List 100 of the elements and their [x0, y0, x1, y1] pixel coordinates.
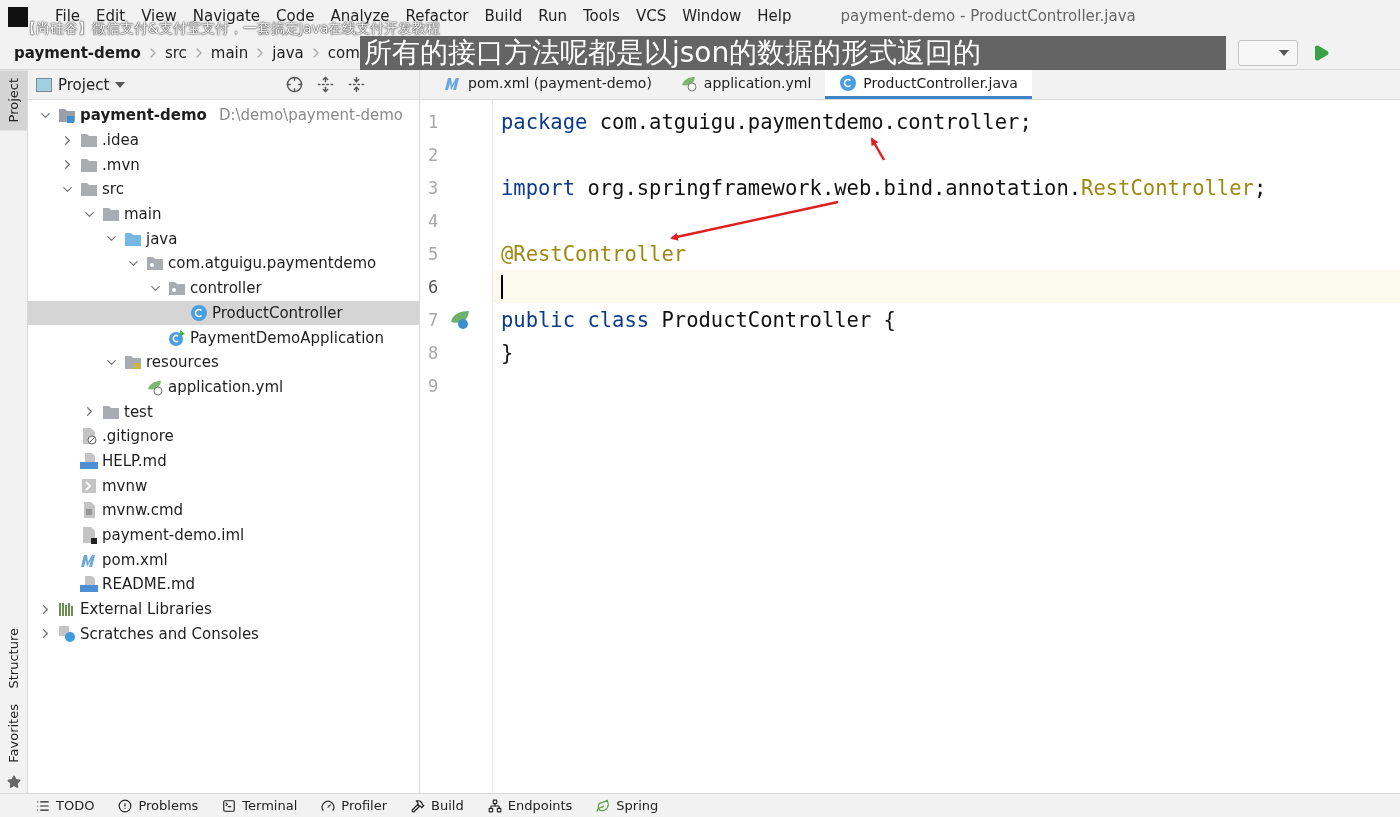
tree-label: .gitignore: [102, 427, 174, 446]
tool-window-button[interactable]: Problems: [118, 798, 199, 813]
tree-label: resources: [146, 353, 219, 372]
tool-window-button[interactable]: Terminal: [222, 798, 298, 813]
menu-item[interactable]: Build: [477, 7, 530, 25]
code-line: @RestController: [501, 241, 687, 266]
tree-item[interactable]: payment-demo D:\demo\payment-demo: [28, 103, 419, 128]
tree-label: src: [102, 180, 124, 199]
tree-item[interactable]: .gitignore: [28, 423, 419, 449]
tree-label: mvnw.cmd: [102, 501, 184, 520]
tree-item[interactable]: PaymentDemoApplication: [28, 325, 419, 350]
script-icon: [80, 476, 98, 495]
tool-window-button[interactable]: TODO: [36, 798, 95, 813]
tree-item[interactable]: HELP.md: [28, 448, 419, 474]
tree-item[interactable]: .idea: [28, 127, 419, 153]
tree-item[interactable]: pom.xml: [28, 547, 419, 573]
side-tab[interactable]: Favorites: [0, 696, 27, 771]
app-logo: [8, 7, 28, 27]
menu-item[interactable]: Help: [750, 7, 799, 25]
line-number: 9: [428, 375, 439, 396]
tool-window-button[interactable]: Profiler: [321, 798, 388, 813]
menu-item[interactable]: Window: [675, 7, 749, 25]
line-number: 3: [428, 177, 439, 198]
tree-label: PaymentDemoApplication: [190, 328, 385, 347]
tree-label: main: [124, 205, 162, 224]
markdown-file-icon: [80, 451, 98, 470]
menu-item[interactable]: VCS: [628, 7, 674, 25]
path-hint: D:\demo\payment-demo: [218, 106, 403, 125]
tree-label: payment-demo: [80, 106, 207, 125]
tree-label: .idea: [102, 131, 139, 150]
line-number: 5: [428, 243, 439, 264]
tree-label: External Libraries: [80, 600, 212, 619]
tree-label: payment-demo.iml: [102, 526, 245, 545]
code-line: import org.springframework.web.bind.annotation.RestController;: [501, 175, 1267, 200]
editor-tab[interactable]: application.yml: [665, 70, 826, 99]
module-file-icon: [80, 526, 98, 545]
alert-icon: [118, 798, 133, 813]
code-line: }: [501, 340, 514, 365]
tool-window-button[interactable]: Build: [411, 798, 464, 813]
breadcrumb[interactable]: payment-demo: [14, 43, 141, 62]
package-icon: [168, 279, 186, 298]
tool-window-button[interactable]: Endpoints: [487, 798, 573, 813]
tree-item[interactable]: mvnw.cmd: [28, 498, 419, 523]
libraries-icon: [58, 600, 76, 619]
line-number: 4: [428, 210, 439, 231]
terminal-icon: [222, 798, 237, 813]
tree-item[interactable]: ProductController: [28, 300, 419, 326]
tree-item[interactable]: test: [28, 399, 419, 424]
editor-tab[interactable]: pom.xml (payment-demo): [430, 70, 666, 99]
tree-label: test: [124, 402, 153, 421]
side-tab[interactable]: Structure: [0, 619, 27, 697]
tree-item[interactable]: java: [28, 226, 419, 252]
panel-title[interactable]: Project: [58, 75, 110, 94]
tree-label: mvnw: [102, 476, 148, 495]
tree-label: application.yml: [168, 377, 284, 396]
side-tab[interactable]: Project: [0, 70, 27, 131]
locate-icon[interactable]: [286, 76, 303, 93]
folder-icon: [80, 131, 98, 150]
tree-item[interactable]: External Libraries: [28, 596, 419, 622]
yml-file-icon: [679, 74, 698, 92]
line-number: 2: [428, 144, 439, 165]
tree-label: HELP.md: [102, 451, 167, 470]
line-number: 7: [428, 309, 439, 330]
editor-tab[interactable]: ProductController.java: [825, 70, 1032, 99]
line-number: 1: [428, 111, 439, 132]
tree-label: pom.xml: [102, 550, 168, 569]
collapse-all-icon[interactable]: [348, 76, 365, 93]
line-number: 6: [428, 276, 439, 297]
text-cursor: [501, 274, 503, 299]
tree-item[interactable]: src: [28, 177, 419, 202]
tree-item[interactable]: payment-demo.iml: [28, 522, 419, 548]
list-icon: [36, 798, 50, 813]
tree-item[interactable]: README.md: [28, 572, 419, 597]
folder-icon: [102, 205, 120, 224]
tree-item[interactable]: controller: [28, 275, 419, 301]
tree-item[interactable]: main: [28, 201, 419, 227]
tree-label: README.md: [102, 575, 196, 594]
module-folder-icon: [58, 106, 76, 125]
package-icon: [146, 254, 164, 273]
class-icon: [190, 303, 208, 322]
hammer-icon: [411, 798, 426, 813]
breadcrumb[interactable]: com: [327, 43, 360, 62]
annotation-arrow: [870, 137, 886, 161]
run-icon[interactable]: [1312, 43, 1330, 62]
tree-item[interactable]: resources: [28, 349, 419, 375]
breadcrumb[interactable]: main: [210, 43, 249, 62]
tree-item[interactable]: .mvn: [28, 152, 419, 178]
tree-item[interactable]: Scratches and Consoles: [28, 621, 419, 647]
tree-label: controller: [190, 279, 262, 298]
tree-item[interactable]: com.atguigu.paymentdemo: [28, 251, 419, 276]
markdown-file-icon: [80, 575, 98, 594]
menu-item[interactable]: Run: [531, 7, 574, 25]
tree-item[interactable]: mvnw: [28, 473, 419, 498]
tool-window-button[interactable]: Spring: [596, 798, 659, 813]
breadcrumb[interactable]: src: [164, 43, 187, 62]
tree-item[interactable]: application.yml: [28, 374, 419, 400]
menu-item[interactable]: Tools: [575, 7, 627, 25]
expand-all-icon[interactable]: [317, 76, 334, 93]
breadcrumb[interactable]: java: [272, 43, 304, 62]
spring-class-icon: [168, 328, 186, 347]
